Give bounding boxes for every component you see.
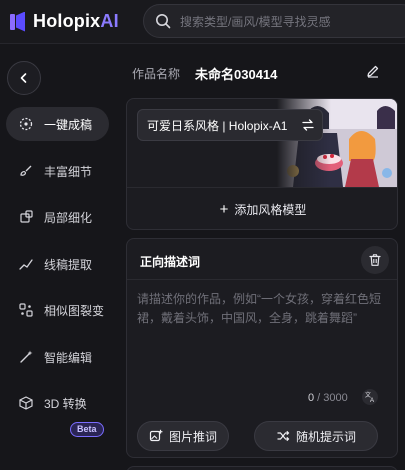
sidebar-item-local-refine[interactable]: 局部细化 — [6, 200, 109, 234]
style-model-card: 可爱日系风格 | Holopix-A1 + 添加风格模型 — [126, 98, 398, 230]
sidebar-item-one-click[interactable]: 一键成稿 — [6, 107, 109, 141]
image-plus-icon — [149, 429, 163, 442]
search-placeholder: 搜索类型/画风/模型寻找灵感 — [180, 14, 331, 29]
brand-logo[interactable]: HolopixAI — [10, 11, 119, 32]
variation-icon — [18, 302, 34, 318]
image-prompt-label: 图片推词 — [168, 429, 217, 444]
crop-refine-icon — [18, 209, 34, 225]
sparkle-dots-icon — [18, 116, 34, 132]
positive-prompt-title: 正向描述词 — [140, 255, 201, 269]
style-model-name: 可爱日系风格 | Holopix-A1 — [147, 118, 288, 133]
sidebar-item-label: 智能编辑 — [44, 350, 93, 365]
work-name-value[interactable]: 未命名030414 — [195, 64, 277, 83]
sidebar-item-3d-convert[interactable]: 3D 转换 — [6, 386, 109, 420]
tool-sidebar: 一键成稿 丰富细节 局部细化 线稿提取 相似图裂变 智能编辑 3D 转换 Bet… — [0, 45, 118, 470]
chevron-left-icon — [20, 73, 27, 83]
character-counter: 0 / 3000 — [308, 392, 348, 404]
shuffle-icon — [277, 430, 290, 442]
prompt-textarea[interactable]: 请描述你的作品，例如“一个女孩，穿着红色短裙，戴着头饰，中国风，全身，跳着舞蹈” — [137, 290, 387, 328]
work-title-row: 作品名称 未命名030414 — [118, 45, 405, 95]
sidebar-item-similar-variation[interactable]: 相似图裂变 — [6, 293, 109, 327]
add-style-model-button[interactable]: + 添加风格模型 — [127, 187, 397, 229]
sidebar-item-label: 一键成稿 — [44, 117, 93, 132]
random-prompt-label: 随机提示词 — [295, 429, 356, 444]
divider — [127, 279, 397, 280]
logo-mark-icon — [10, 11, 26, 32]
sidebar-item-label: 局部细化 — [44, 210, 93, 225]
back-button[interactable] — [7, 61, 41, 95]
svg-text:A: A — [370, 398, 374, 404]
line-draw-icon — [18, 256, 34, 272]
translate-icon[interactable]: 文 A — [361, 388, 379, 406]
sidebar-item-smart-edit[interactable]: 智能编辑 — [6, 340, 109, 374]
plus-icon: + — [219, 201, 229, 218]
image-prompt-button[interactable]: 图片推词 — [137, 421, 229, 451]
sidebar-item-label: 3D 转换 — [44, 396, 87, 411]
magic-wand-icon — [18, 349, 34, 365]
brand-name: HolopixAI — [33, 11, 119, 31]
top-bar: HolopixAI 搜索类型/画风/模型寻找灵感 — [0, 0, 405, 44]
pencil-edit-icon[interactable] — [366, 64, 380, 78]
search-icon — [156, 14, 171, 29]
paint-brush-icon — [18, 163, 34, 179]
random-prompt-button[interactable]: 随机提示词 — [254, 421, 378, 451]
trash-icon — [369, 254, 381, 266]
search-input[interactable]: 搜索类型/画风/模型寻找灵感 — [143, 4, 405, 38]
clear-prompt-button[interactable] — [361, 246, 389, 274]
add-style-model-label: 添加风格模型 — [234, 203, 307, 217]
sidebar-item-enrich-detail[interactable]: 丰富细节 — [6, 154, 109, 188]
sidebar-item-line-extract[interactable]: 线稿提取 — [6, 247, 109, 281]
sidebar-item-label: 线稿提取 — [44, 257, 93, 272]
main-panel: 作品名称 未命名030414 可爱日系风格 | Holopix-A1 + 添加风… — [118, 45, 405, 470]
swap-icon[interactable] — [301, 118, 315, 132]
next-panel-edge — [126, 466, 398, 470]
style-model-selector[interactable]: 可爱日系风格 | Holopix-A1 — [137, 109, 323, 141]
positive-prompt-card: 正向描述词 请描述你的作品，例如“一个女孩，穿着红色短裙，戴着头饰，中国风，全身… — [126, 238, 398, 458]
work-name-label: 作品名称 — [132, 67, 181, 81]
cube-icon — [18, 395, 34, 411]
sidebar-item-label: 丰富细节 — [44, 164, 93, 179]
sidebar-item-label: 相似图裂变 — [44, 303, 105, 318]
beta-badge: Beta — [70, 422, 104, 437]
